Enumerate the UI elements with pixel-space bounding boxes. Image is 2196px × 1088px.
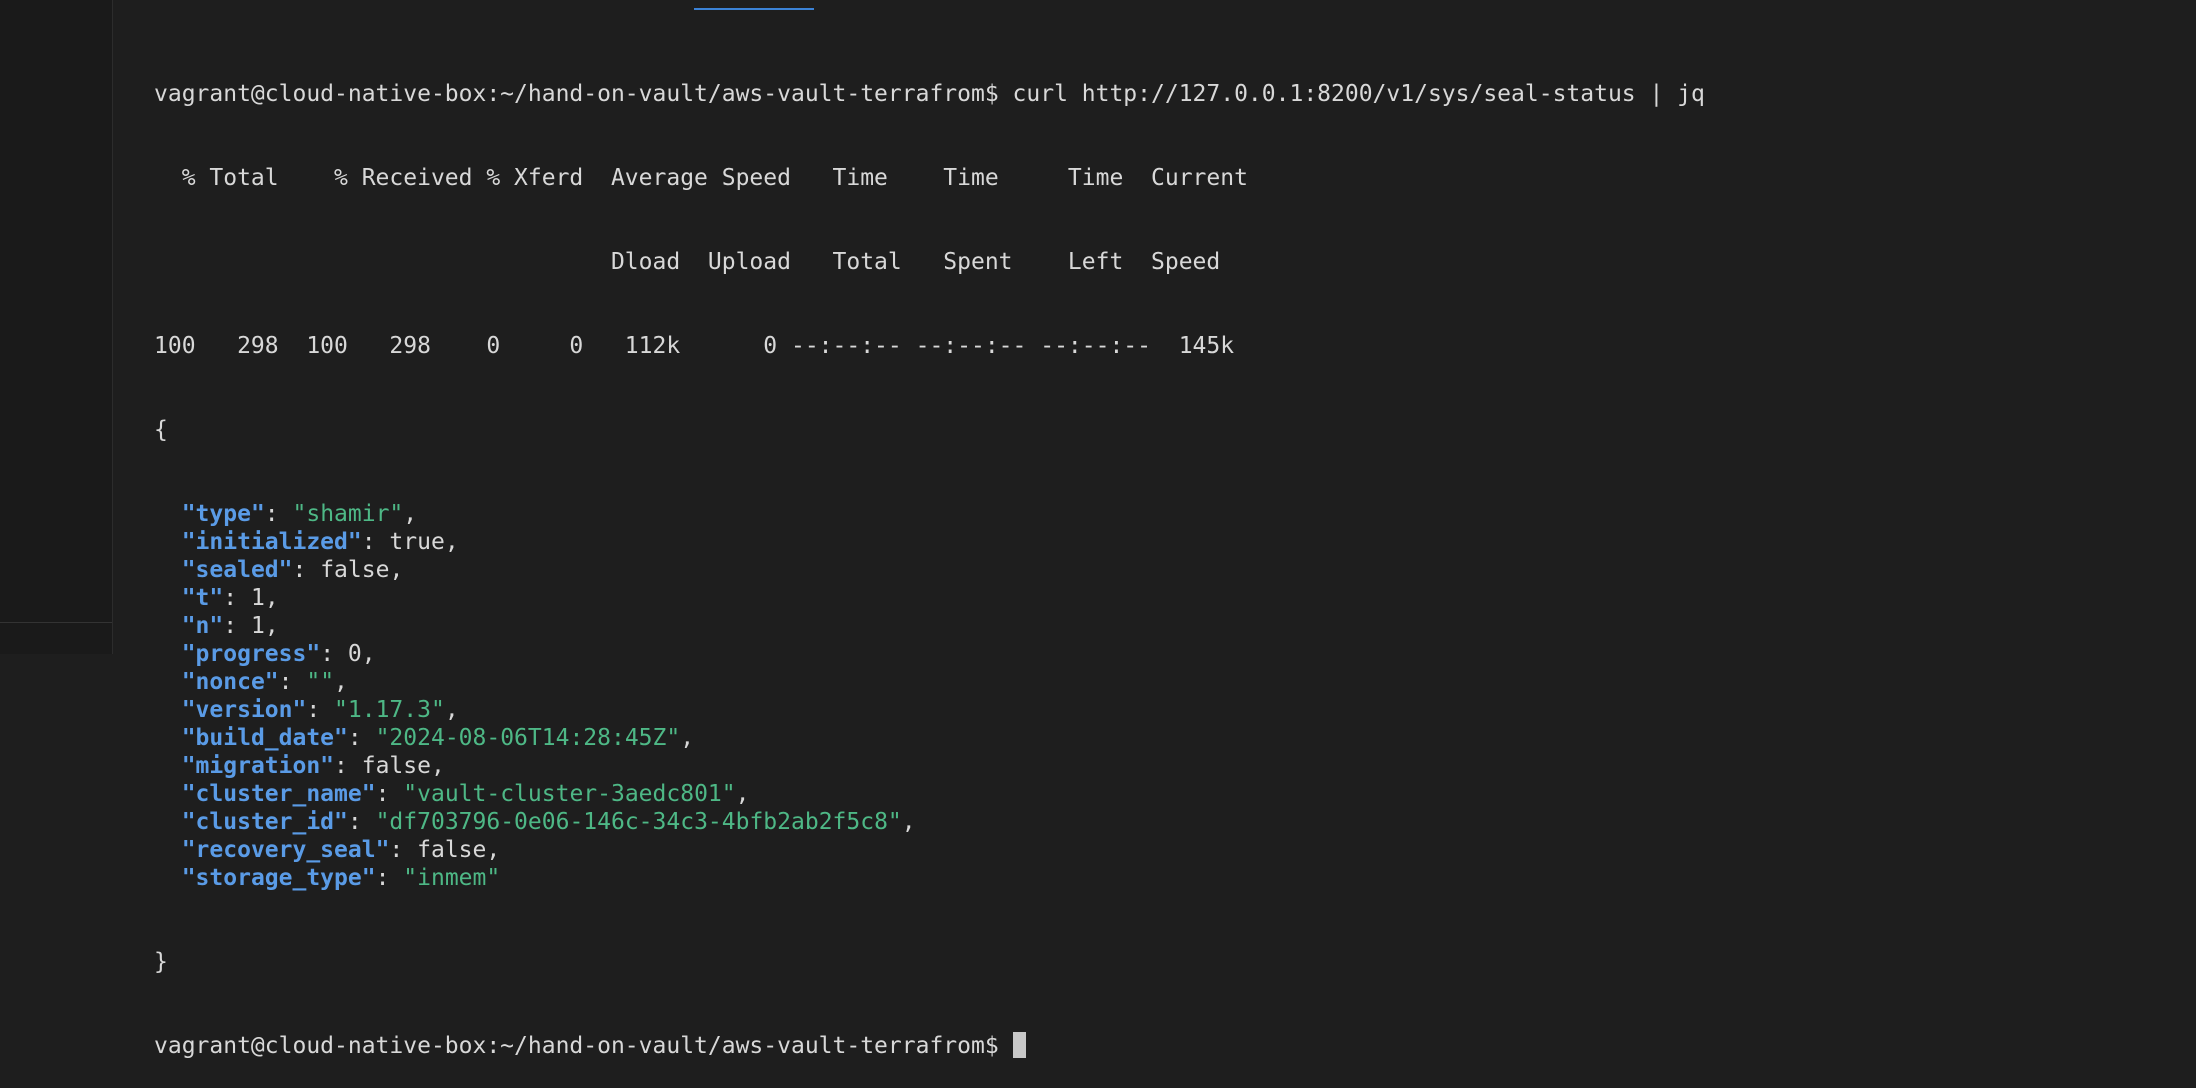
json-key: "sealed" bbox=[181, 557, 293, 583]
json-key: "initialized" bbox=[181, 529, 362, 555]
final-prompt-line[interactable]: vagrant@cloud-native-box:~/hand-on-vault… bbox=[154, 1032, 2154, 1060]
json-field-line: "progress": 0, bbox=[181, 641, 376, 667]
gutter-divider bbox=[0, 622, 112, 623]
editor-gutter bbox=[0, 0, 113, 654]
shell-prompt-final: vagrant@cloud-native-box:~/hand-on-vault… bbox=[154, 1033, 999, 1059]
json-key: "migration" bbox=[181, 753, 335, 779]
json-key: "t" bbox=[181, 585, 224, 611]
terminal-cursor bbox=[1012, 1032, 1026, 1058]
shell-prompt: vagrant@cloud-native-box:~/hand-on-vault… bbox=[154, 81, 999, 107]
json-field-line: "cluster_id": "df703796-0e06-146c-34c3-4… bbox=[181, 809, 916, 835]
json-field-line: "version": "1.17.3", bbox=[181, 697, 459, 723]
json-field-line: "initialized": true, bbox=[181, 529, 459, 555]
json-key: "storage_type" bbox=[181, 865, 376, 891]
json-field-line: "type": "shamir", bbox=[181, 501, 418, 527]
command-line: vagrant@cloud-native-box:~/hand-on-vault… bbox=[154, 80, 2154, 108]
active-tab-indicator bbox=[694, 8, 814, 10]
json-key: "type" bbox=[181, 501, 265, 527]
json-open-brace: { bbox=[154, 417, 168, 443]
json-key: "progress" bbox=[181, 641, 321, 667]
json-value: "1.17.3" bbox=[334, 697, 445, 723]
json-close-brace: } bbox=[154, 949, 168, 975]
json-field-line: "t": 1, bbox=[181, 585, 279, 611]
curl-progress-header-1: % Total % Received % Xferd Average Speed… bbox=[154, 165, 1248, 191]
json-key: "n" bbox=[181, 613, 224, 639]
json-key: "cluster_id" bbox=[181, 809, 348, 835]
json-value: "inmem" bbox=[403, 865, 501, 891]
json-value: "shamir" bbox=[292, 501, 404, 527]
json-field-line: "cluster_name": "vault-cluster-3aedc801"… bbox=[181, 781, 750, 807]
json-field-line: "migration": false, bbox=[181, 753, 445, 779]
json-value: false bbox=[320, 557, 390, 583]
json-value: "2024-08-06T14:28:45Z" bbox=[375, 725, 681, 751]
json-value: true bbox=[389, 529, 445, 555]
json-key: "version" bbox=[181, 697, 307, 723]
json-field-line: "nonce": "", bbox=[181, 669, 348, 695]
terminal-output[interactable]: vagrant@cloud-native-box:~/hand-on-vault… bbox=[154, 24, 2154, 1088]
json-value: "df703796-0e06-146c-34c3-4bfb2ab2f5c8" bbox=[375, 809, 902, 835]
json-key: "recovery_seal" bbox=[181, 837, 390, 863]
shell-command: curl http://127.0.0.1:8200/v1/sys/seal-s… bbox=[998, 81, 1705, 107]
json-value: false bbox=[417, 837, 487, 863]
curl-progress-header-2: Dload Upload Total Spent Left Speed bbox=[154, 249, 1221, 275]
curl-progress-values: 100 298 100 298 0 0 112k 0 --:--:-- --:-… bbox=[154, 333, 1235, 359]
json-value: 1 bbox=[250, 585, 265, 611]
json-key: "nonce" bbox=[181, 669, 279, 695]
json-value: "vault-cluster-3aedc801" bbox=[403, 781, 736, 807]
json-key: "cluster_name" bbox=[181, 781, 376, 807]
json-field-line: "n": 1, bbox=[181, 613, 279, 639]
json-value: "" bbox=[306, 669, 335, 695]
json-value: false bbox=[361, 753, 431, 779]
json-field-line: "storage_type": "inmem" bbox=[181, 865, 501, 891]
json-field-line: "build_date": "2024-08-06T14:28:45Z", bbox=[181, 725, 695, 751]
json-field-line: "sealed": false, bbox=[181, 557, 404, 583]
json-fields: "type": "shamir", "initialized": true, "… bbox=[154, 500, 2154, 892]
json-value: 0 bbox=[347, 641, 362, 667]
json-field-line: "recovery_seal": false, bbox=[181, 837, 501, 863]
json-value: 1 bbox=[250, 613, 265, 639]
json-key: "build_date" bbox=[181, 725, 348, 751]
